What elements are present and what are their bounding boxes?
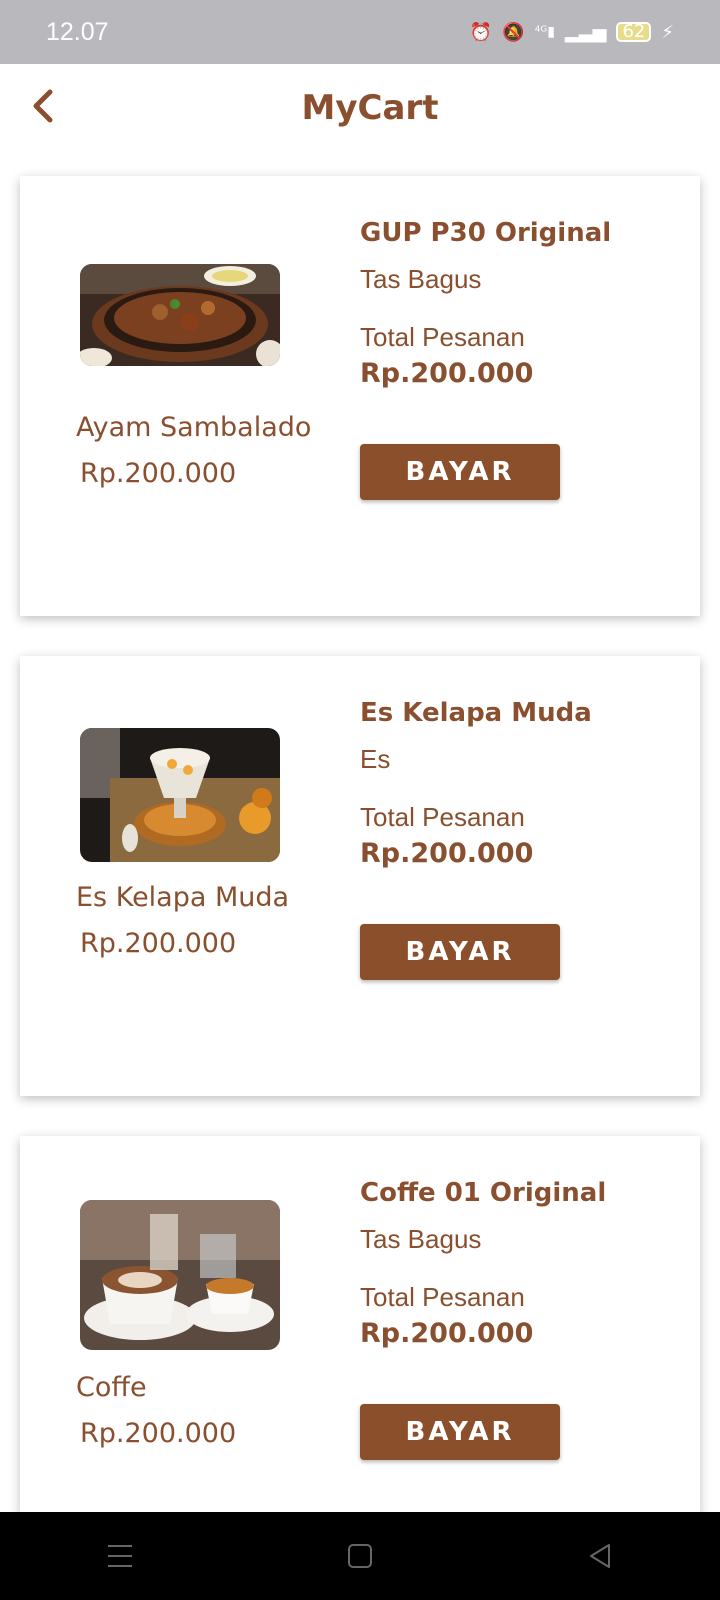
food-image — [80, 1200, 280, 1350]
pay-button[interactable]: BAYAR — [360, 444, 560, 500]
total-value: Rp.200.000 — [360, 1318, 534, 1349]
cart-item-name: Ayam Sambalado — [76, 412, 312, 443]
signal-icon: ▂▃▅ — [564, 21, 607, 43]
total-label: Total Pesanan — [360, 1282, 525, 1312]
status-time: 12.07 — [46, 17, 109, 46]
back-triangle-icon — [590, 1544, 610, 1568]
4g-signal-icon: ⁴ᴳ▮ — [534, 24, 555, 40]
back-nav-button[interactable] — [570, 1536, 630, 1576]
total-value: Rp.200.000 — [360, 358, 534, 389]
cart-item-title: Es Kelapa Muda — [360, 698, 592, 728]
cart-item-subtitle: Tas Bagus — [360, 1224, 482, 1254]
cart-item-price: Rp.200.000 — [80, 458, 237, 489]
cart-item-price: Rp.200.000 — [80, 1418, 237, 1449]
menu-button[interactable] — [90, 1536, 150, 1576]
total-label: Total Pesanan — [360, 802, 525, 832]
home-square-icon — [348, 1544, 372, 1568]
food-image — [80, 728, 280, 862]
battery-icon: 62 — [616, 22, 652, 42]
cart-item-card: Ayam Sambalado Rp.200.000 GUP P30 Origin… — [20, 176, 700, 616]
cart-item-title: GUP P30 Original — [360, 218, 612, 248]
cart-item-name: Coffe — [76, 1372, 147, 1403]
cart-item-card: Es Kelapa Muda Rp.200.000 Es Kelapa Muda… — [20, 656, 700, 1096]
home-button[interactable] — [330, 1536, 390, 1576]
cart-item-name: Es Kelapa Muda — [76, 882, 290, 913]
pay-button[interactable]: BAYAR — [360, 1404, 560, 1460]
total-label: Total Pesanan — [360, 322, 525, 352]
system-nav-bar — [0, 1512, 720, 1600]
cart-item-subtitle: Es — [360, 744, 391, 774]
cart-item-price: Rp.200.000 — [80, 928, 237, 959]
alarm-icon: ⏰ — [469, 21, 493, 43]
menu-icon — [108, 1545, 132, 1567]
total-value: Rp.200.000 — [360, 838, 534, 869]
pay-button[interactable]: BAYAR — [360, 924, 560, 980]
page-title: MyCart — [301, 88, 439, 128]
cart-item-card: Coffe Rp.200.000 Coffe 01 Original Tas B… — [20, 1136, 700, 1516]
charging-icon: ⚡ — [661, 21, 674, 43]
cart-item-subtitle: Tas Bagus — [360, 264, 482, 294]
status-bar: 12.07 ⏰ 🔕 ⁴ᴳ▮ ▂▃▅ 62 ⚡ — [0, 0, 720, 64]
app-bar: MyCart — [0, 64, 720, 164]
food-image — [80, 264, 280, 366]
mute-icon: 🔕 — [502, 21, 525, 43]
status-icons: ⏰ 🔕 ⁴ᴳ▮ ▂▃▅ 62 ⚡ — [470, 22, 674, 43]
cart-item-title: Coffe 01 Original — [360, 1178, 607, 1208]
